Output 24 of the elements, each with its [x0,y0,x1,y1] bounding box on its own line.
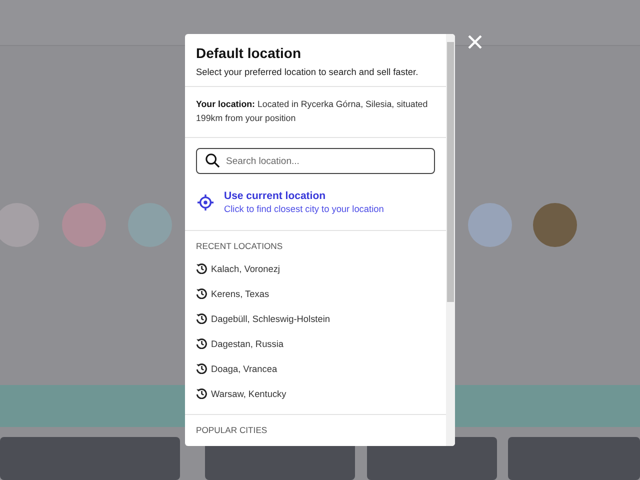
scrollbar[interactable] [446,34,455,446]
dialog-subtitle: Select your preferred location to search and sell faster. [196,67,420,77]
search-field[interactable]: Search location... [196,148,435,174]
recent-location-item[interactable]: Kerens, Texas [211,288,270,298]
recent-location-item[interactable]: Doaga, Vrancea [211,364,278,374]
history-icon [196,363,207,374]
history-icon [196,263,207,274]
use-current-location-link[interactable]: Use current location [224,190,384,202]
recent-location-item[interactable]: Warsaw, Kentucky [211,388,286,398]
search-icon [205,153,220,168]
section-heading: POPULAR CITIES [196,425,268,435]
current-location-hint: Click to find closest city to your location [224,204,384,214]
section-heading: RECENT LOCATIONS [196,241,284,251]
close-icon[interactable] [467,34,483,50]
history-icon [196,388,207,399]
recent-location-item[interactable]: Dagebüll, Schleswig-Holstein [211,314,330,324]
recent-location-item[interactable]: Kalach, Voronezj [211,264,280,274]
history-icon [196,288,207,299]
your-location-text: Your location: Located in Rycerka Górna, Silesia, situated 199km from your position [196,98,429,125]
history-icon [196,313,207,324]
crosshair-icon [197,194,214,210]
history-icon [196,338,207,349]
dialog-title: Default location [196,45,302,61]
recent-location-item[interactable]: Dagestan, Russia [211,338,284,348]
